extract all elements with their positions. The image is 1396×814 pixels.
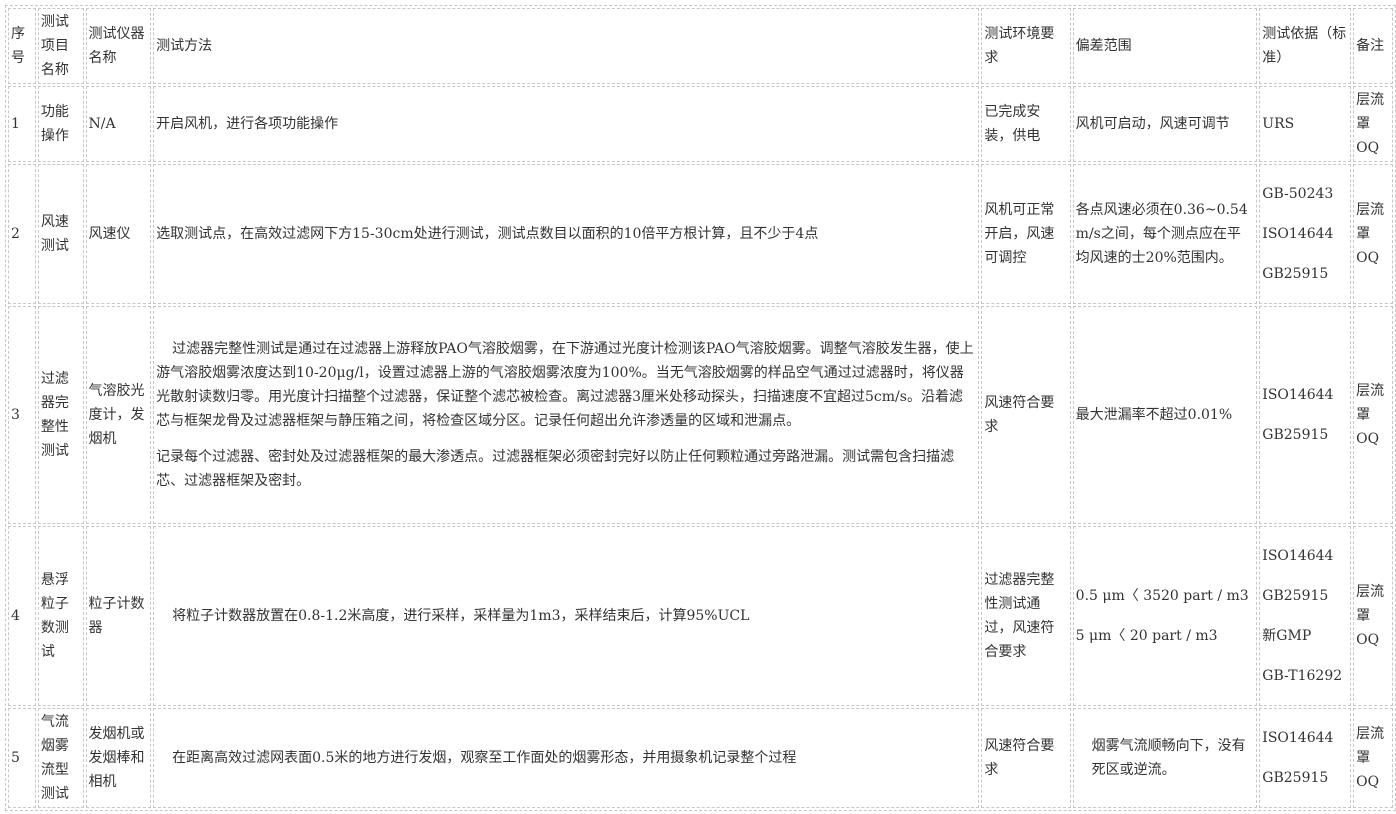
deviation-text: 5 μm〈 20 part / m3 — [1075, 628, 1218, 644]
basis-text: GB25915 — [1262, 427, 1329, 443]
header-deviation: 偏差范围 — [1072, 8, 1258, 84]
table-row: 5 气流烟雾流型测试 发烟机或发烟棒和相机 在距离高效过滤网表面0.5米的地方进… — [8, 708, 1393, 808]
basis-text: GB25915 — [1262, 588, 1329, 604]
cell-method: 过滤器完整性测试是通过在过滤器上游释放PAO气溶胶烟雾，在下游通过光度计检测该P… — [153, 306, 980, 524]
basis-text: GB-T16292 — [1262, 668, 1343, 684]
header-basis: 测试依据（标准） — [1259, 8, 1352, 84]
header-env: 测试环境要求 — [981, 8, 1071, 84]
cell-basis: ISO14644 GB25915 — [1259, 306, 1352, 524]
basis-text: ISO14644 — [1262, 226, 1334, 242]
basis-text: GB25915 — [1262, 266, 1329, 282]
table-row: 4 悬浮粒子数测试 粒子计数器 将粒子计数器放置在0.8-1.2米高度，进行采样… — [8, 526, 1393, 706]
header-no: 序号 — [8, 8, 36, 84]
cell-deviation: 各点风速必须在0.36~0.54 m/s之间，每个测点应在平均风速的士20%范围… — [1072, 164, 1258, 304]
cell-instrument: 发烟机或发烟棒和相机 — [85, 708, 152, 808]
basis-text: 新GMP — [1262, 628, 1312, 644]
cell-item: 过滤器完整性测试 — [37, 306, 84, 524]
basis-text: GB25915 — [1262, 770, 1329, 786]
header-item: 测试项目名称 — [37, 8, 84, 84]
deviation-text: 烟雾气流顺畅向下，没有死区或逆流。 — [1091, 738, 1246, 778]
basis-text: GB-50243 — [1262, 186, 1334, 202]
basis-text: ISO14644 — [1262, 548, 1334, 564]
cell-no: 2 — [8, 164, 36, 304]
cell-env: 风机可正常开启，风速可调控 — [981, 164, 1071, 304]
cell-deviation: 烟雾气流顺畅向下，没有死区或逆流。 — [1072, 708, 1258, 808]
deviation-text: 0.5 μm〈 3520 part / m3 — [1075, 588, 1249, 604]
header-instrument: 测试仪器名称 — [85, 8, 152, 84]
cell-item: 悬浮粒子数测试 — [37, 526, 84, 706]
cell-env: 风速符合要求 — [981, 306, 1071, 524]
deviation-text: 最大泄漏率不超过0.01% — [1075, 407, 1233, 423]
cell-basis: GB-50243 ISO14644 GB25915 — [1259, 164, 1352, 304]
header-note: 备注 — [1353, 8, 1393, 84]
deviation-text: 风机可启动，风速可调节 — [1075, 116, 1230, 132]
cell-note: 层流罩OQ — [1353, 708, 1393, 808]
cell-instrument: N/A — [85, 86, 152, 162]
cell-no: 4 — [8, 526, 36, 706]
method-text: 在距离高效过滤网表面0.5米的地方进行发烟，观察至工作面处的烟雾形态，并用摄象机… — [172, 750, 797, 766]
cell-item: 功能操作 — [37, 86, 84, 162]
basis-text: URS — [1262, 116, 1295, 132]
table-row: 1 功能操作 N/A 开启风机，进行各项功能操作 已完成安装，供电 风机可启动，… — [8, 86, 1393, 162]
cell-instrument: 风速仪 — [85, 164, 152, 304]
cell-env: 风速符合要求 — [981, 708, 1071, 808]
cell-no: 5 — [8, 708, 36, 808]
cell-basis: ISO14644 GB25915 — [1259, 708, 1352, 808]
cell-method: 选取测试点，在高效过滤网下方15-30cm处进行测试，测试点数目以面积的10倍平… — [153, 164, 980, 304]
cell-deviation: 最大泄漏率不超过0.01% — [1072, 306, 1258, 524]
deviation-text: 各点风速必须在0.36~0.54 m/s之间，每个测点应在平均风速的士20%范围… — [1075, 202, 1248, 266]
cell-instrument: 粒子计数器 — [85, 526, 152, 706]
table-header-row: 序号 测试项目名称 测试仪器名称 测试方法 测试环境要求 偏差范围 测试依据（标… — [8, 8, 1393, 84]
method-paragraph: 过滤器完整性测试是通过在过滤器上游释放PAO气溶胶烟雾，在下游通过光度计检测该P… — [156, 341, 974, 429]
header-method: 测试方法 — [153, 8, 980, 84]
cell-note: 层流罩OQ — [1353, 164, 1393, 304]
method-text: 选取测试点，在高效过滤网下方15-30cm处进行测试，测试点数目以面积的10倍平… — [156, 226, 819, 242]
cell-deviation: 风机可启动，风速可调节 — [1072, 86, 1258, 162]
cell-basis: URS — [1259, 86, 1352, 162]
method-paragraph: 记录每个过滤器、密封处及过滤器框架的最大渗透点。过滤器框架必须密封完好以防止任何… — [156, 449, 955, 489]
cell-method: 将粒子计数器放置在0.8-1.2米高度，进行采样，采样量为1m3，采样结束后，计… — [153, 526, 980, 706]
cell-method: 在距离高效过滤网表面0.5米的地方进行发烟，观察至工作面处的烟雾形态，并用摄象机… — [153, 708, 980, 808]
cell-env: 已完成安装，供电 — [981, 86, 1071, 162]
cell-env: 过滤器完整性测试通过，风速符合要求 — [981, 526, 1071, 706]
cell-no: 1 — [8, 86, 36, 162]
cell-method: 开启风机，进行各项功能操作 — [153, 86, 980, 162]
cell-basis: ISO14644 GB25915 新GMP GB-T16292 — [1259, 526, 1352, 706]
method-text: 将粒子计数器放置在0.8-1.2米高度，进行采样，采样量为1m3，采样结束后，计… — [172, 608, 750, 624]
table-row: 2 风速测试 风速仪 选取测试点，在高效过滤网下方15-30cm处进行测试，测试… — [8, 164, 1393, 304]
basis-text: ISO14644 — [1262, 387, 1334, 403]
cell-note: 层流罩OQ — [1353, 526, 1393, 706]
cell-deviation: 0.5 μm〈 3520 part / m3 5 μm〈 20 part / m… — [1072, 526, 1258, 706]
method-text: 开启风机，进行各项功能操作 — [156, 116, 339, 132]
cell-no: 3 — [8, 306, 36, 524]
basis-text: ISO14644 — [1262, 730, 1334, 746]
cell-instrument: 气溶胶光度计，发烟机 — [85, 306, 152, 524]
table-row: 3 过滤器完整性测试 气溶胶光度计，发烟机 过滤器完整性测试是通过在过滤器上游释… — [8, 306, 1393, 524]
cell-item: 风速测试 — [37, 164, 84, 304]
cell-note: 层流罩OQ — [1353, 86, 1393, 162]
cell-note: 层流罩OQ — [1353, 306, 1393, 524]
cell-item: 气流烟雾流型测试 — [37, 708, 84, 808]
oq-test-table: 序号 测试项目名称 测试仪器名称 测试方法 测试环境要求 偏差范围 测试依据（标… — [5, 5, 1396, 811]
